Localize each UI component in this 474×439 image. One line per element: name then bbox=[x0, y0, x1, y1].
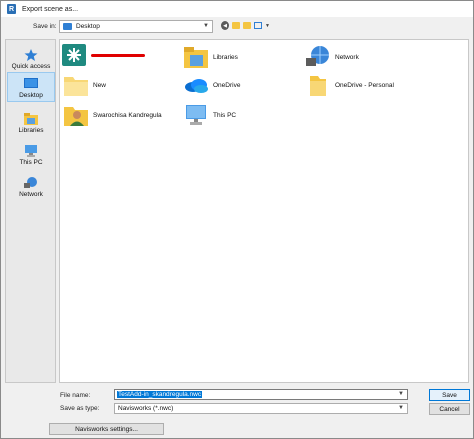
item-label: Swarochisa Kandregula bbox=[93, 111, 162, 119]
redacted-label bbox=[91, 53, 145, 57]
app-shortcut-icon bbox=[62, 44, 86, 66]
place-quick-access[interactable]: Quick access bbox=[7, 42, 55, 72]
this-pc-icon bbox=[25, 145, 37, 157]
item-label: New bbox=[93, 81, 107, 89]
item-label: OneDrive bbox=[213, 81, 241, 89]
desktop-icon bbox=[24, 78, 38, 88]
save-in-label: Save in: bbox=[33, 23, 57, 30]
chevron-down-icon[interactable]: ▼ bbox=[398, 391, 404, 397]
file-name-label: File name: bbox=[60, 392, 91, 399]
place-desktop[interactable]: Desktop bbox=[7, 72, 55, 102]
this-pc-icon bbox=[186, 105, 206, 125]
dialog-title: Export scene as... bbox=[22, 5, 79, 13]
places-bar: Quick access Desktop Libraries This PC N… bbox=[5, 39, 56, 383]
network-icon bbox=[306, 46, 329, 66]
chevron-down-icon: ▼ bbox=[398, 405, 404, 411]
cancel-button[interactable]: Cancel bbox=[429, 403, 470, 415]
save-in-value: Desktop bbox=[76, 23, 100, 30]
file-list: Libraries Network New OneDrive OneDrive … bbox=[59, 39, 469, 383]
place-this-pc[interactable]: This PC bbox=[7, 138, 55, 168]
folder-icon bbox=[64, 77, 88, 96]
item-label: Libraries bbox=[213, 53, 238, 61]
view-menu-icon[interactable] bbox=[254, 22, 262, 29]
chevron-down-icon: ▼ bbox=[203, 23, 209, 29]
save-in-dropdown[interactable]: Desktop ▼ bbox=[59, 20, 213, 33]
list-item[interactable]: Swarochisa Kandregula bbox=[64, 100, 162, 130]
new-folder-icon[interactable] bbox=[243, 22, 251, 29]
list-item[interactable]: Network bbox=[306, 42, 359, 72]
folder-icon bbox=[310, 76, 326, 96]
onedrive-icon bbox=[185, 79, 208, 93]
title-bar: R Export scene as... bbox=[1, 1, 473, 17]
item-label: Network bbox=[335, 53, 359, 61]
place-label: This PC bbox=[19, 159, 43, 166]
item-label: This PC bbox=[213, 111, 237, 119]
save-as-type-value: Navisworks (*.nwc) bbox=[118, 405, 174, 412]
list-item[interactable]: OneDrive bbox=[184, 70, 240, 100]
place-label: Libraries bbox=[18, 127, 44, 134]
place-libraries[interactable]: Libraries bbox=[7, 106, 55, 136]
place-label: Quick access bbox=[11, 63, 51, 70]
network-icon bbox=[24, 177, 37, 188]
place-label: Desktop bbox=[19, 92, 43, 99]
list-item[interactable]: This PC bbox=[184, 100, 236, 130]
export-dialog: R Export scene as... Save in: Desktop ▼ … bbox=[0, 0, 474, 439]
place-network[interactable]: Network bbox=[7, 170, 55, 200]
navisworks-settings-button[interactable]: Navisworks settings... bbox=[49, 423, 164, 435]
revit-app-icon: R bbox=[7, 4, 16, 14]
libraries-icon bbox=[24, 113, 38, 125]
save-as-type-dropdown[interactable]: Navisworks (*.nwc) ▼ bbox=[114, 403, 408, 414]
user-folder-icon bbox=[64, 107, 88, 126]
nav-toolbar: ◀ ▼ bbox=[221, 21, 270, 30]
view-menu-chevron-icon[interactable]: ▼ bbox=[265, 21, 270, 30]
file-name-value: TestAdd-in_skandregula.nwc bbox=[117, 391, 203, 398]
save-footer: File name: TestAdd-in_skandregula.nwc ▼ … bbox=[1, 385, 473, 439]
up-folder-icon[interactable] bbox=[232, 22, 240, 29]
star-icon bbox=[24, 49, 38, 61]
list-item[interactable]: OneDrive - Personal bbox=[306, 70, 394, 100]
list-item[interactable]: New bbox=[64, 70, 106, 100]
list-item[interactable] bbox=[62, 40, 145, 70]
item-label: OneDrive - Personal bbox=[335, 81, 394, 89]
file-name-input[interactable]: TestAdd-in_skandregula.nwc ▼ bbox=[114, 389, 408, 400]
save-button[interactable]: Save bbox=[429, 389, 470, 401]
list-item[interactable]: Libraries bbox=[184, 42, 238, 72]
place-label: Network bbox=[19, 191, 43, 198]
libraries-icon bbox=[184, 47, 208, 68]
back-icon[interactable]: ◀ bbox=[221, 21, 229, 30]
save-as-type-label: Save as type: bbox=[60, 405, 100, 412]
desktop-folder-icon bbox=[63, 23, 72, 30]
save-in-row: Save in: Desktop ▼ ◀ ▼ bbox=[1, 17, 473, 37]
